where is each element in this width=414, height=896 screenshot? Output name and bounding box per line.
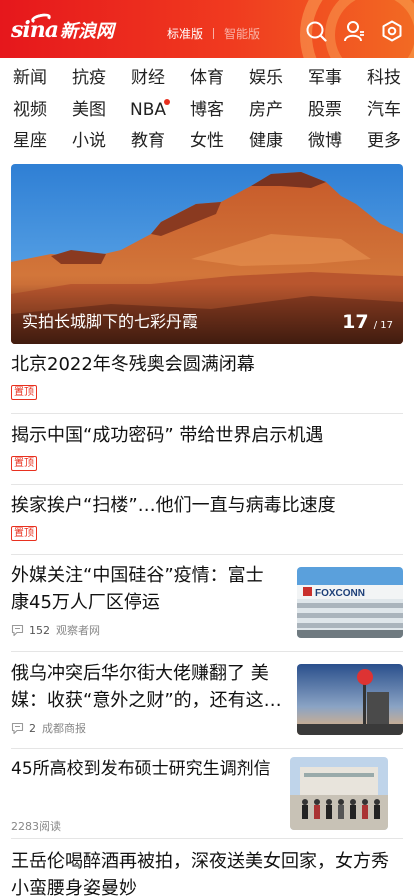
channel-weibo[interactable]: 微博 [295,127,355,155]
read-count: 2283阅读 [11,820,61,833]
channel-nba[interactable]: NBA [118,96,178,124]
channel-stocks[interactable]: 股票 [295,96,355,124]
news-title: 外媒关注“中国硅谷”疫情：富士康45万人厂区停运 [11,565,264,613]
news-item[interactable]: 北京2022年冬残奥会圆满闭幕 置顶 [11,351,403,400]
news-item[interactable]: 揭示中国“成功密码” 带给世界启示机遇 置顶 [11,422,403,471]
news-title: 45所高校到发布硕士研究生调剂信 [11,759,271,779]
channel-video[interactable]: 视频 [0,96,60,124]
sina-logo[interactable]: sina 新浪网 [11,12,114,45]
hero-counter: 17 / 17 [342,311,393,333]
channel-education[interactable]: 教育 [118,127,178,155]
news-source: 成都商报 [42,722,86,735]
smart-edition-button[interactable]: 智能版 [224,25,260,42]
channel-astrology[interactable]: 星座 [0,127,60,155]
pinned-badge: 置顶 [11,385,37,400]
news-thumbnail: FOXCONN [297,567,403,638]
channel-auto[interactable]: 汽车 [354,96,414,124]
news-title: 挨家挨户“扫楼”…他们一直与病毒比速度 [11,495,336,516]
svg-text:FOXCONN: FOXCONN [315,588,365,599]
news-title: 俄乌冲突后华尔街大佬赚翻了 美媒：收获“意外之财”的，还有这… [11,663,282,711]
edition-switch: 标准版 智能版 [167,25,260,42]
channel-blog[interactable]: 博客 [177,96,237,124]
hero-carousel[interactable]: 实拍长城脚下的七彩丹霞 17 / 17 [11,164,403,344]
divider [11,484,403,485]
channel-entertainment[interactable]: 娱乐 [236,64,296,92]
channel-epidemic[interactable]: 抗疫 [59,64,119,92]
news-source: 观察者网 [56,624,100,637]
news-meta: 2 成都商报 [11,720,86,736]
comment-icon [11,722,24,734]
channel-more[interactable]: 更多 [354,127,414,155]
news-title: 揭示中国“成功密码” 带给世界启示机遇 [11,425,324,446]
settings-icon[interactable] [381,20,403,42]
channel-photos[interactable]: 美图 [59,96,119,124]
divider [11,413,403,414]
pinned-badge: 置顶 [11,526,37,541]
divider [11,748,403,749]
channel-finance[interactable]: 财经 [118,64,178,92]
news-title: 北京2022年冬残奥会圆满闭幕 [11,354,255,375]
news-meta: 2283阅读 [11,818,61,834]
news-item[interactable]: 挨家挨户“扫楼”…他们一直与病毒比速度 置顶 [11,492,403,541]
new-dot-badge [164,99,170,105]
channel-health[interactable]: 健康 [236,127,296,155]
search-icon[interactable] [305,20,327,42]
channel-tech[interactable]: 科技 [354,64,414,92]
news-item[interactable]: 王岳伦喝醉酒再被拍，深夜送美女回家，女方秀小蛮腰身姿曼妙 [11,848,403,896]
news-thumbnail [290,757,388,830]
news-meta: 152 观察者网 [11,622,100,638]
divider [11,838,403,839]
user-icon[interactable] [343,20,365,42]
channel-novel[interactable]: 小说 [59,127,119,155]
standard-edition-button[interactable]: 标准版 [167,25,203,42]
divider [11,651,403,652]
pinned-badge: 置顶 [11,456,37,471]
channel-military[interactable]: 军事 [295,64,355,92]
channel-women[interactable]: 女性 [177,127,237,155]
channel-news[interactable]: 新闻 [0,64,60,92]
channel-sports[interactable]: 体育 [177,64,237,92]
comment-icon [11,624,24,636]
top-header: sina 新浪网 标准版 智能版 [0,0,414,58]
hero-caption: 实拍长城脚下的七彩丹霞 [22,312,199,331]
divider [11,554,403,555]
news-thumbnail [297,664,403,735]
edition-divider [213,28,215,39]
channel-house[interactable]: 房产 [236,96,296,124]
news-title: 王岳伦喝醉酒再被拍，深夜送美女回家，女方秀小蛮腰身姿曼妙 [11,851,389,896]
